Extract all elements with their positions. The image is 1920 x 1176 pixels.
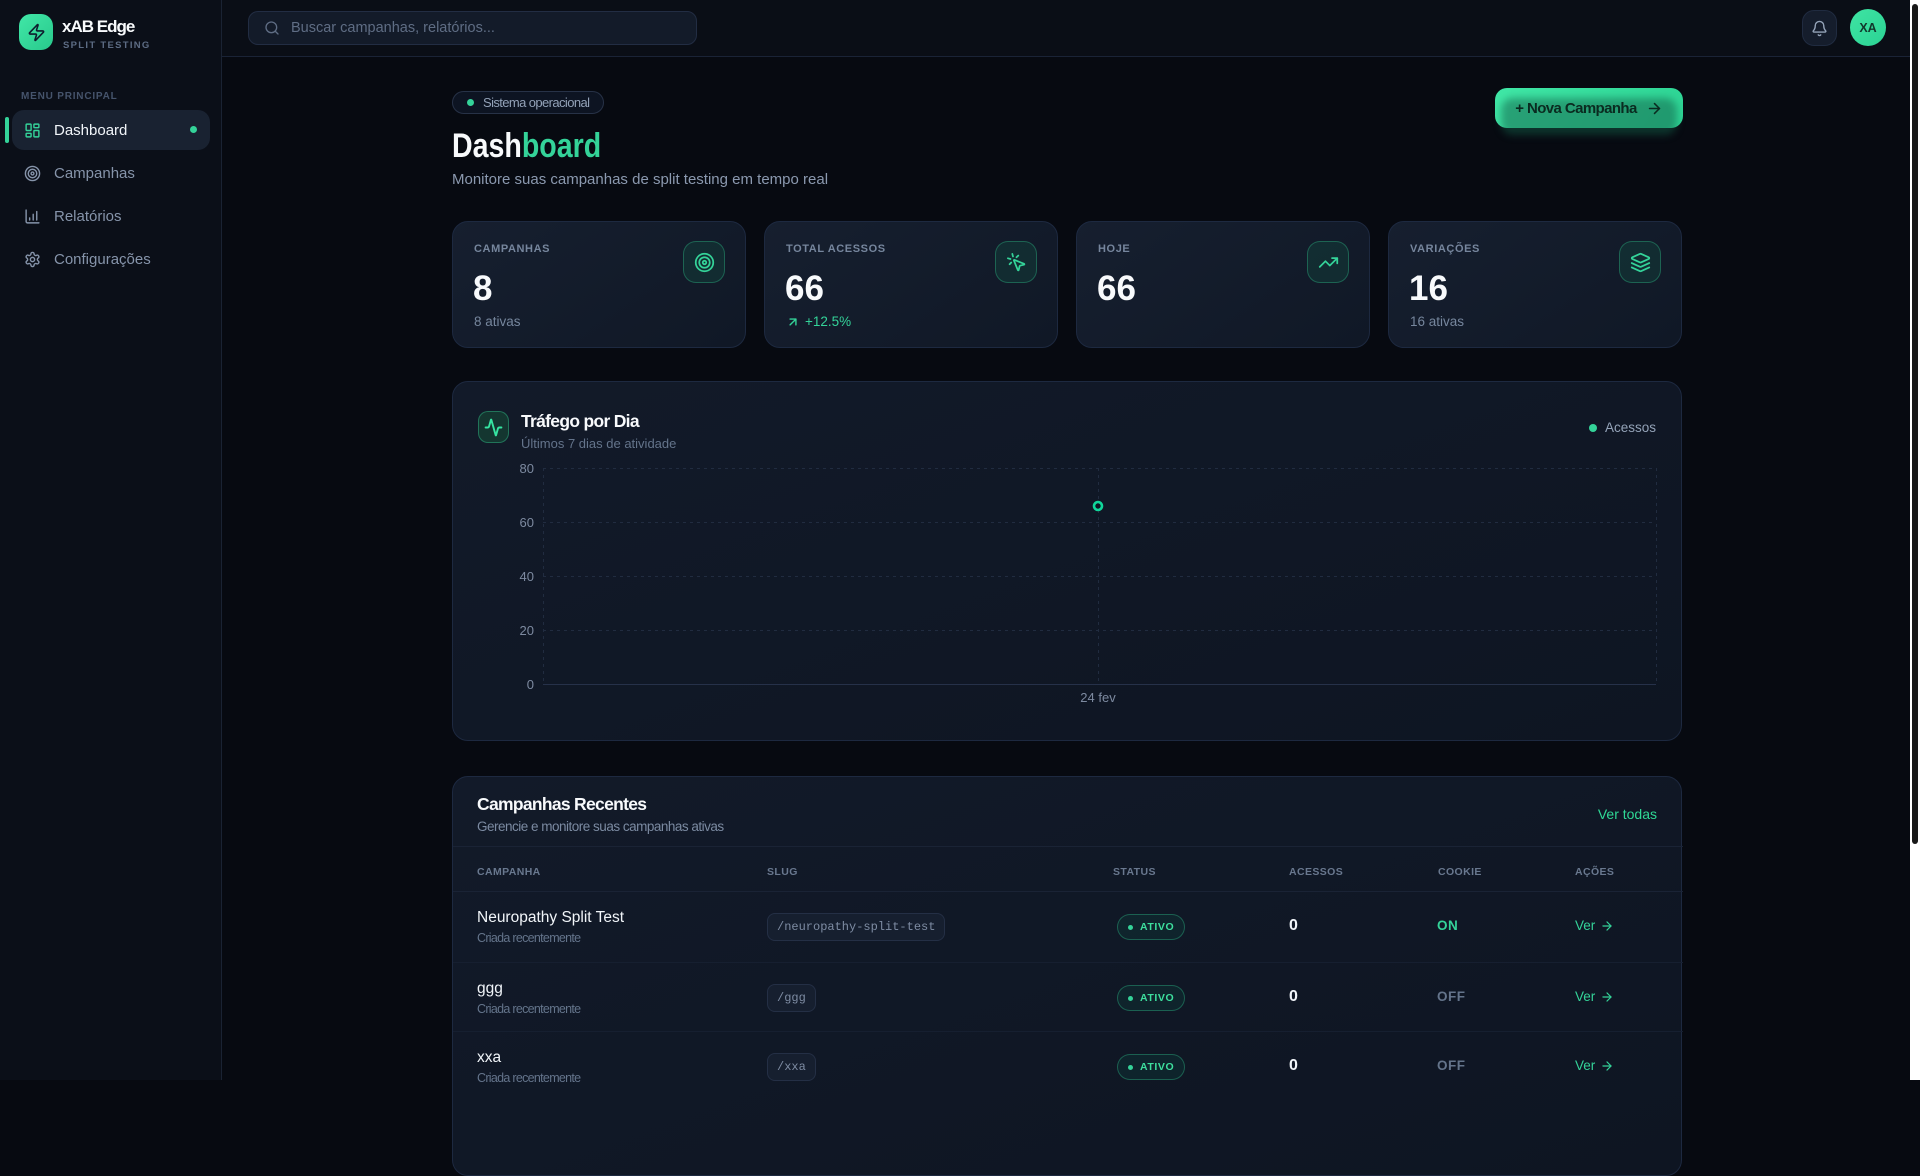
svg-text:0: 0 [527, 677, 534, 692]
svg-text:80: 80 [520, 461, 534, 476]
svg-text:40: 40 [520, 569, 534, 584]
svg-text:24 fev: 24 fev [1080, 690, 1116, 705]
svg-text:20: 20 [520, 623, 534, 638]
svg-text:60: 60 [520, 515, 534, 530]
